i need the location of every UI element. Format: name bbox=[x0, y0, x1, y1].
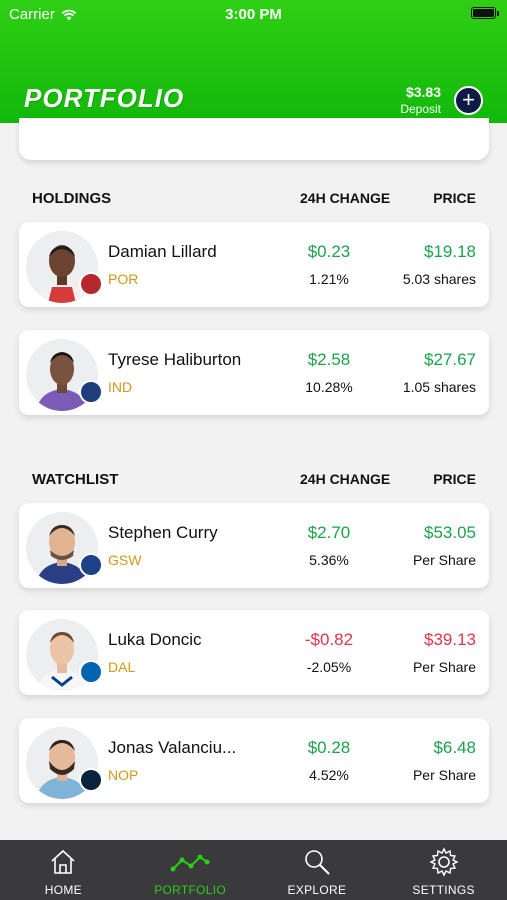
player-team: GSW bbox=[108, 552, 142, 568]
holdings-header: HOLDINGS 24H CHANGE PRICE bbox=[0, 190, 507, 214]
tab-bar: HOME PORTFOLIO EXPLORE SETTINGS bbox=[0, 840, 507, 900]
portfolio-icon bbox=[170, 854, 210, 872]
change-value: $0.28 bbox=[307, 738, 351, 757]
team-logo-icon bbox=[79, 553, 103, 577]
price-value: $19.18 bbox=[424, 242, 476, 261]
price-unit: Per Share bbox=[412, 659, 476, 675]
holding-card[interactable]: Damian Lillard POR $0.23 1.21% $19.18 5.… bbox=[19, 222, 489, 307]
tab-label: HOME bbox=[44, 883, 82, 897]
header: Carrier 3:00 PM PORTFOLIO $3.83 Deposit … bbox=[0, 0, 507, 123]
change-percent: 5.36% bbox=[309, 552, 349, 568]
price-value: $39.13 bbox=[424, 630, 476, 649]
watchlist-price-header: PRICE bbox=[433, 471, 476, 487]
team-logo-icon bbox=[79, 768, 103, 792]
player-name: Luka Doncic bbox=[108, 630, 202, 649]
watchlist-title: WATCHLIST bbox=[32, 471, 119, 488]
watchlist-card[interactable]: Luka Doncic DAL -$0.82 -2.05% $39.13 Per… bbox=[19, 610, 489, 695]
status-bar: Carrier 3:00 PM bbox=[0, 0, 507, 28]
tab-portfolio[interactable]: PORTFOLIO bbox=[127, 840, 254, 900]
change-percent: 4.52% bbox=[309, 767, 349, 783]
summary-card bbox=[19, 118, 489, 160]
change-value: $2.58 bbox=[307, 350, 351, 369]
team-logo-icon bbox=[79, 380, 103, 404]
price-value: $53.05 bbox=[424, 523, 476, 542]
change-value: $0.23 bbox=[307, 242, 351, 261]
player-name: Stephen Curry bbox=[108, 523, 218, 542]
price-unit: Per Share bbox=[412, 767, 476, 783]
player-team: IND bbox=[108, 379, 133, 395]
tab-explore[interactable]: EXPLORE bbox=[254, 840, 381, 900]
price-value: $27.67 bbox=[424, 350, 476, 369]
search-icon bbox=[305, 850, 330, 875]
holdings-title: HOLDINGS bbox=[32, 190, 112, 207]
price-unit: Per Share bbox=[412, 552, 476, 568]
gear-icon bbox=[429, 847, 459, 877]
player-name: Damian Lillard bbox=[108, 242, 217, 261]
watchlist-card[interactable]: Jonas Valanciu... NOP $0.28 4.52% $6.48 … bbox=[19, 718, 489, 803]
holdings-price-header: PRICE bbox=[433, 190, 476, 206]
team-logo-icon bbox=[79, 272, 103, 296]
change-percent: 10.28% bbox=[305, 379, 353, 395]
watchlist-change-header: 24H CHANGE bbox=[300, 471, 391, 487]
watchlist-card[interactable]: Stephen Curry GSW $2.70 5.36% $53.05 Per… bbox=[19, 503, 489, 588]
change-value: -$0.82 bbox=[304, 630, 354, 649]
deposit-label: Deposit bbox=[400, 102, 441, 116]
balance-amount: $3.83 bbox=[405, 84, 441, 100]
team-logo-icon bbox=[79, 660, 103, 684]
tab-home[interactable]: HOME bbox=[0, 840, 127, 900]
page-title: PORTFOLIO bbox=[24, 83, 185, 113]
change-percent: 1.21% bbox=[309, 271, 349, 287]
tab-label: SETTINGS bbox=[412, 883, 475, 897]
price-value: $6.48 bbox=[433, 738, 476, 757]
home-icon bbox=[51, 849, 75, 874]
tab-settings[interactable]: SETTINGS bbox=[380, 840, 507, 900]
holding-card[interactable]: Tyrese Haliburton IND $2.58 10.28% $27.6… bbox=[19, 330, 489, 415]
holdings-change-header: 24H CHANGE bbox=[300, 190, 391, 206]
deposit-add-button[interactable]: + bbox=[454, 86, 483, 115]
tab-label: EXPLORE bbox=[287, 883, 347, 897]
player-team: DAL bbox=[108, 659, 136, 675]
tab-label: PORTFOLIO bbox=[154, 883, 227, 897]
player-team: NOP bbox=[108, 767, 139, 783]
battery-icon bbox=[471, 7, 499, 19]
player-name: Tyrese Haliburton bbox=[108, 350, 242, 369]
change-value: $2.70 bbox=[307, 523, 351, 542]
shares-owned: 5.03 shares bbox=[402, 271, 476, 287]
change-percent: -2.05% bbox=[306, 659, 352, 675]
shares-owned: 1.05 shares bbox=[402, 379, 476, 395]
status-time: 3:00 PM bbox=[225, 6, 282, 23]
player-name: Jonas Valanciu... bbox=[108, 738, 237, 757]
balance-block[interactable]: $3.83 Deposit bbox=[400, 84, 441, 116]
watchlist-header: WATCHLIST 24H CHANGE PRICE bbox=[0, 471, 507, 495]
player-team: POR bbox=[108, 271, 139, 287]
